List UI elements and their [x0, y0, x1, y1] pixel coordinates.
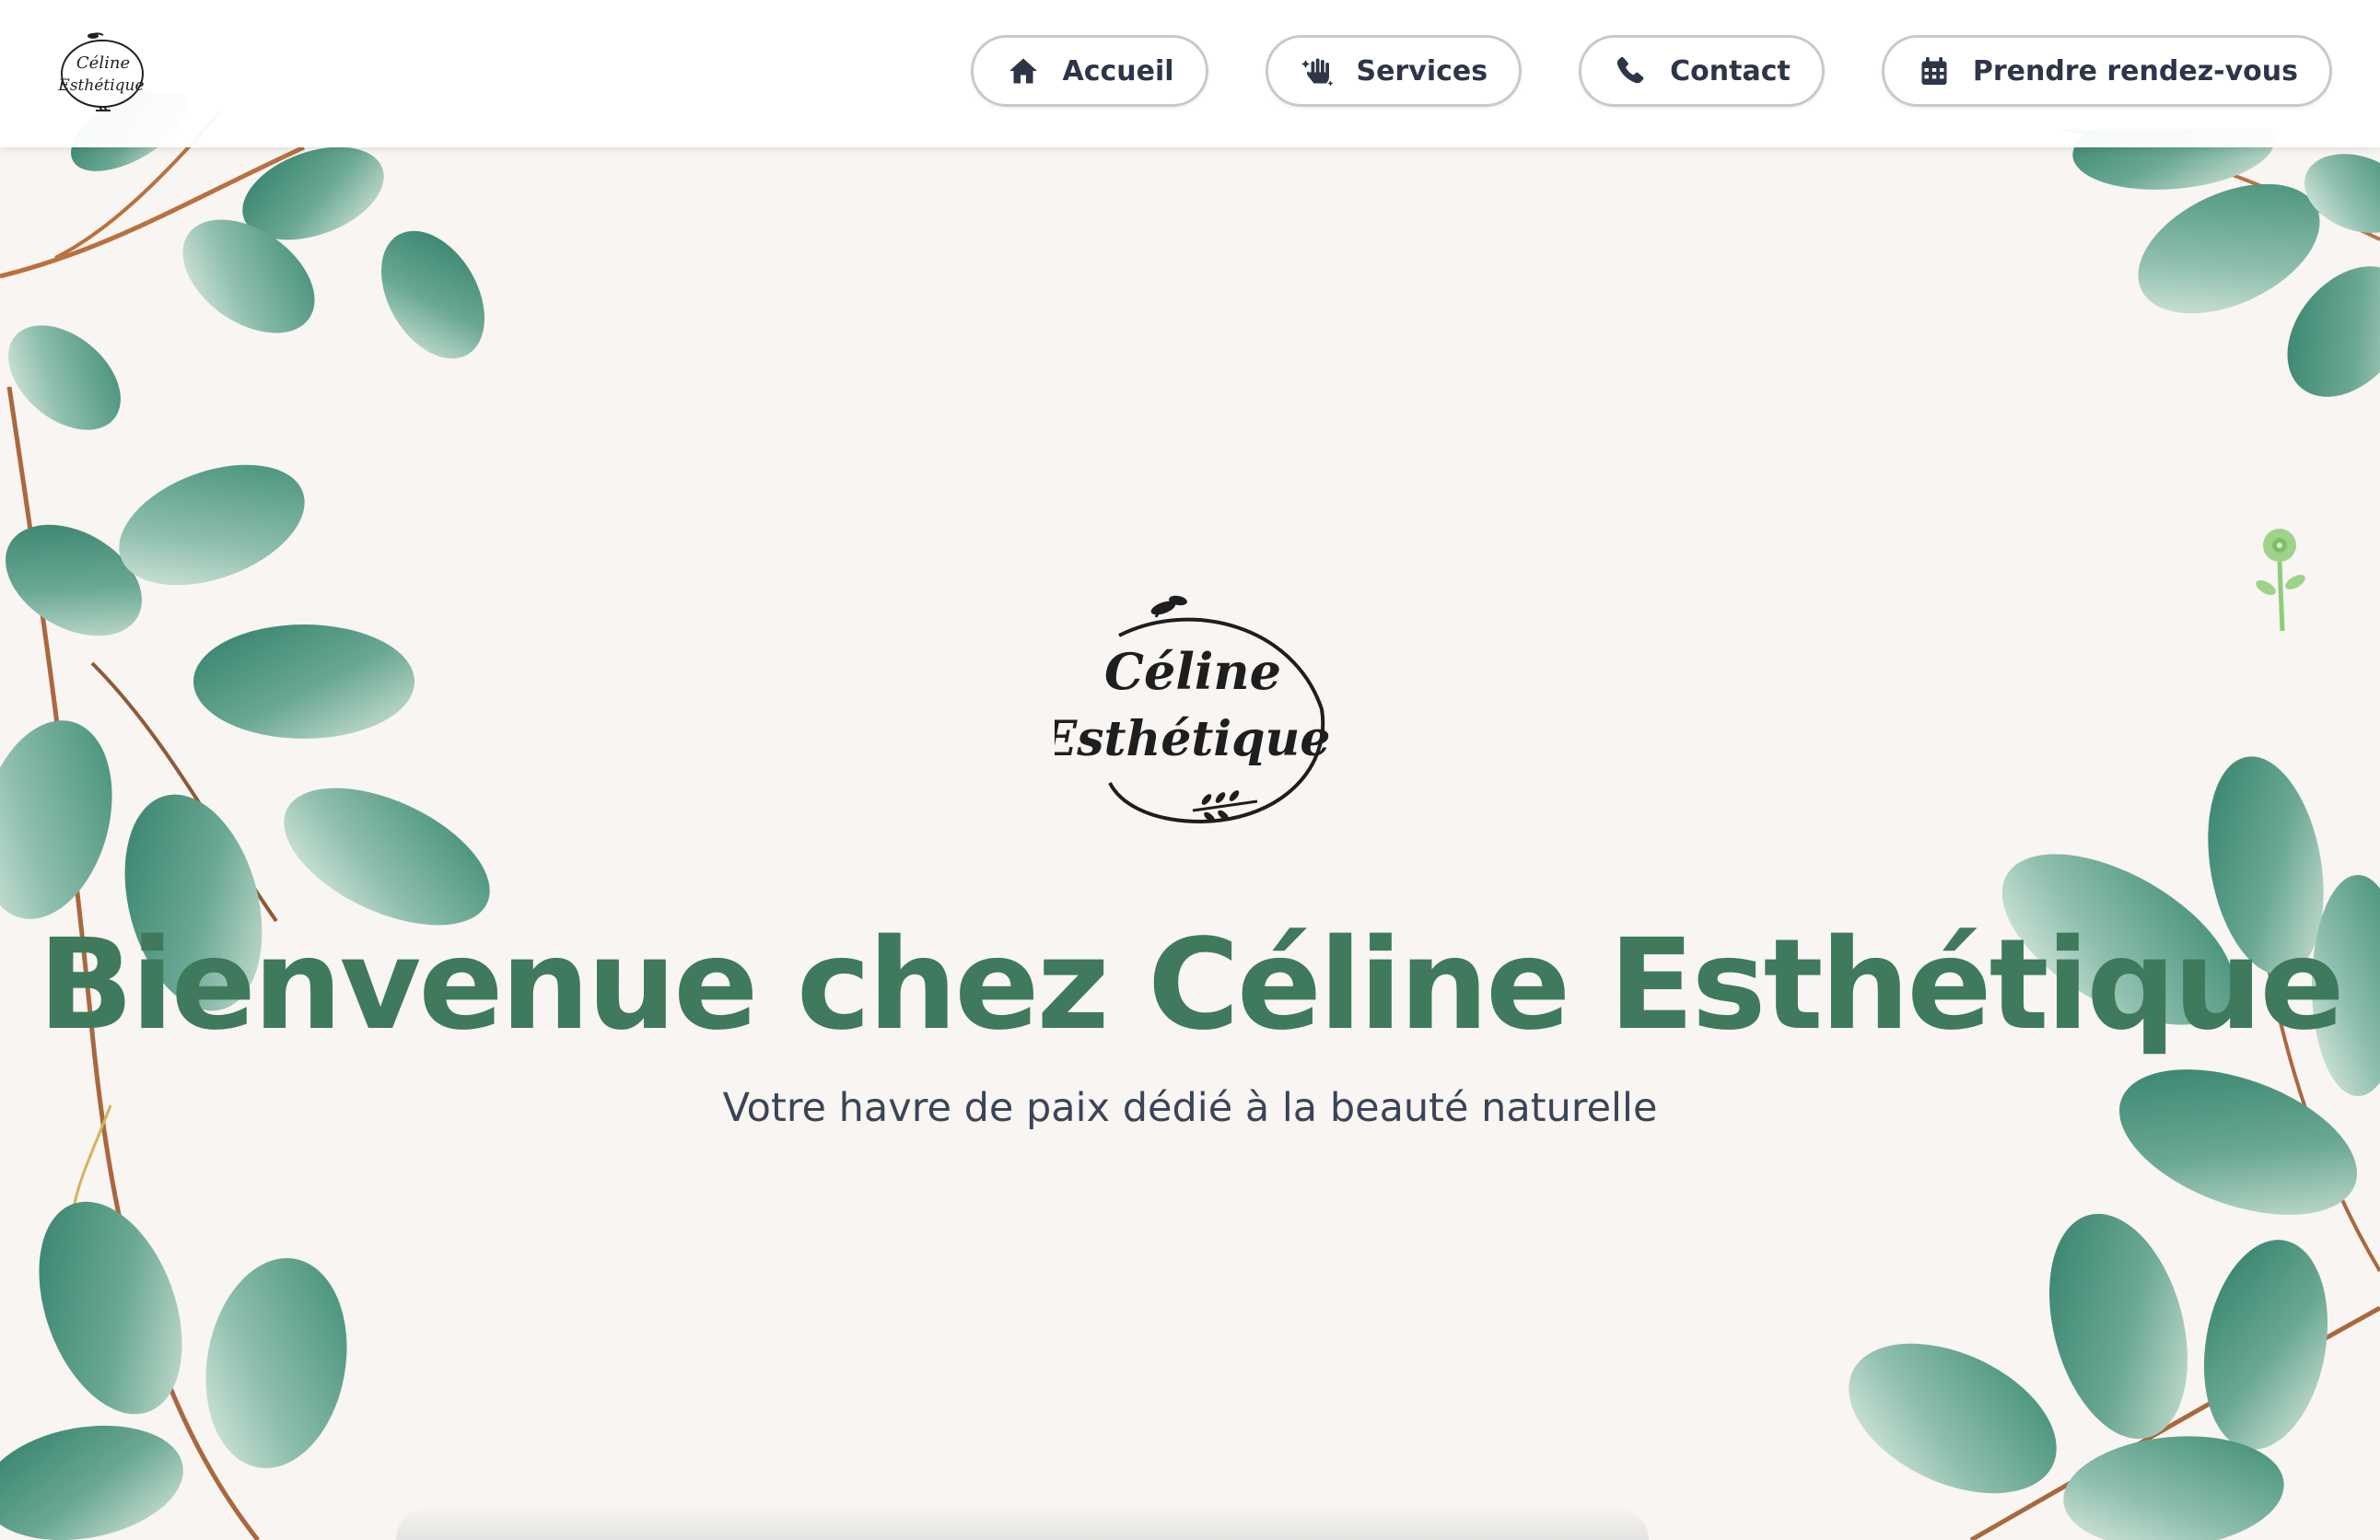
home-icon [1005, 52, 1042, 89]
nav-accueil-label: Accueil [1062, 54, 1174, 88]
hero-subtitle: Votre havre de paix dédié à la beauté na… [722, 1085, 1658, 1131]
svg-text:Esthétique: Esthétique [1055, 711, 1330, 767]
hands-sparkles-icon [1300, 52, 1336, 89]
leaves-bottom-right-decoration [1849, 756, 2380, 1540]
svg-text:Esthétique: Esthétique [57, 76, 144, 95]
header-logo[interactable]: Céline Esthétique [52, 28, 149, 120]
main-navigation: Accueil Services Contact Prendre rendez-… [971, 35, 2332, 107]
next-section-edge [396, 1507, 1649, 1540]
nav-rendezvous-label: Prendre rendez-vous [1972, 54, 2298, 88]
nav-services-button[interactable]: Services [1265, 35, 1522, 107]
svg-text:Céline: Céline [1104, 642, 1281, 701]
nav-contact-button[interactable]: Contact [1579, 35, 1825, 107]
nav-contact-label: Contact [1670, 54, 1791, 88]
phone-icon [1613, 52, 1650, 89]
nav-rendezvous-button[interactable]: Prendre rendez-vous [1881, 35, 2332, 107]
svg-text:Céline: Céline [76, 53, 130, 73]
hero-title: Bienvenue chez Céline Esthétique [38, 913, 2344, 1058]
nav-accueil-button[interactable]: Accueil [971, 35, 1208, 107]
hero-logo: Céline Esthétique [1055, 595, 1330, 824]
flower-icon [2256, 529, 2305, 632]
calendar-icon [1916, 52, 1953, 89]
site-header: Céline Esthétique Accueil Services Conta… [0, 0, 2380, 147]
leaves-top-right-decoration [2062, 129, 2380, 397]
nav-services-label: Services [1356, 54, 1488, 88]
